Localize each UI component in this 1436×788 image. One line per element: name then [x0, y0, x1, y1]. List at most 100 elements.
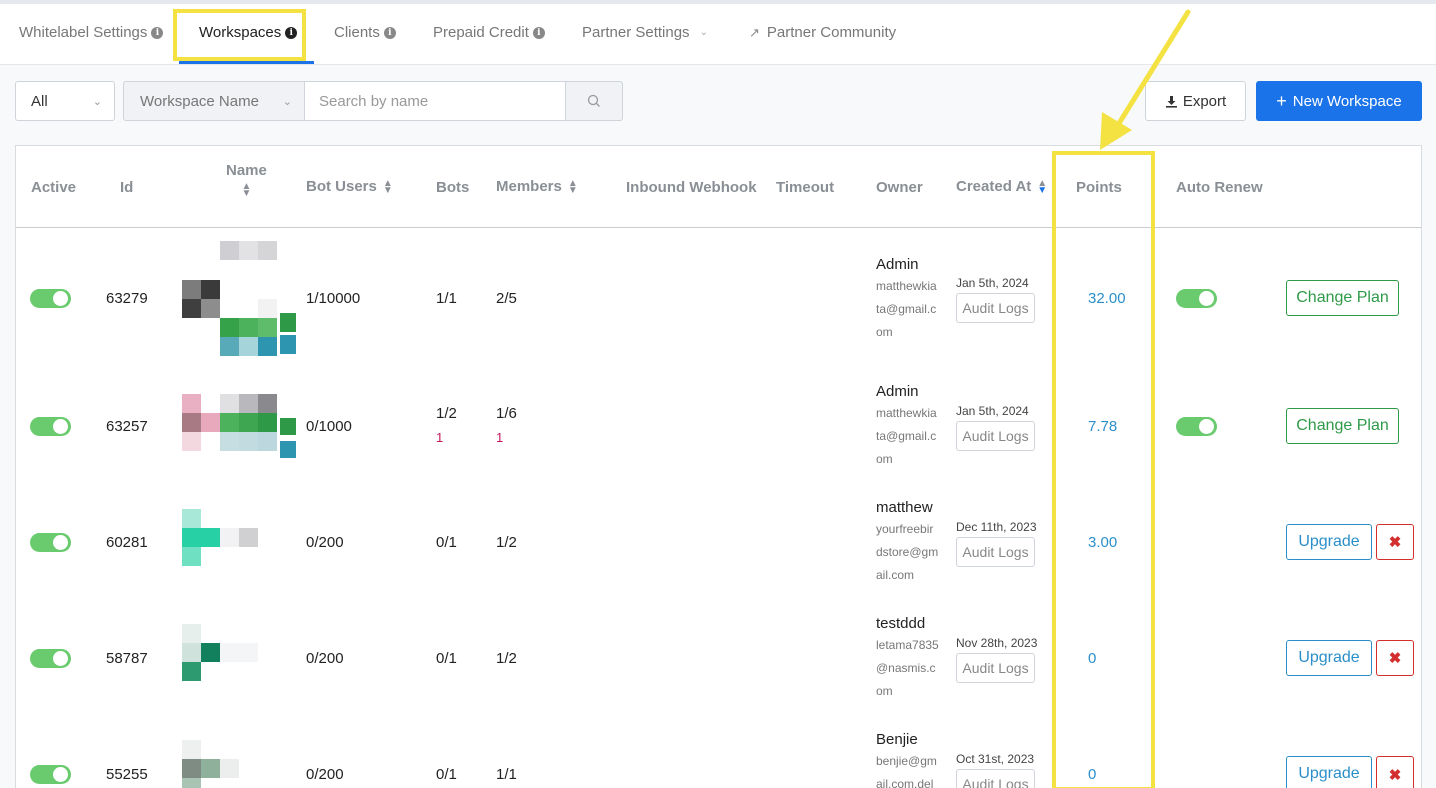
- audit-logs-button[interactable]: Audit Logs: [956, 421, 1035, 451]
- row-id: 63257: [106, 418, 148, 435]
- owner-email: benjie@gmail.com.del: [876, 754, 937, 788]
- sort-icon[interactable]: ▲ ▼: [568, 178, 578, 195]
- bots: 0/1: [436, 650, 457, 667]
- audit-logs-button[interactable]: Audit Logs: [956, 537, 1035, 567]
- avatar-pixel: [182, 759, 201, 778]
- audit-logs-button[interactable]: Audit Logs: [956, 653, 1035, 683]
- col-bot-users[interactable]: Bot Users ▲ ▼: [306, 178, 393, 195]
- avatar-pixel: [201, 759, 220, 778]
- auto-renew-toggle[interactable]: [1176, 289, 1217, 308]
- avatar-pixel: [201, 299, 220, 318]
- avatar-pixel: [239, 241, 258, 260]
- delete-button[interactable]: ✖: [1376, 524, 1414, 560]
- highlight-box-points: [1052, 151, 1155, 788]
- col-name[interactable]: Name ▲ ▼: [226, 162, 267, 199]
- avatar-pixel: [239, 432, 258, 451]
- avatar-pixel: [239, 337, 258, 356]
- search-button[interactable]: [565, 81, 623, 121]
- tab-prepaid-credit[interactable]: Prepaid Credit i: [433, 24, 545, 41]
- avatar-pixel: [182, 432, 201, 451]
- change-plan-button[interactable]: Change Plan: [1286, 408, 1399, 444]
- col-label: Active: [31, 179, 77, 196]
- audit-logs-button[interactable]: Audit Logs: [956, 769, 1035, 788]
- avatar-pixel: [220, 241, 239, 260]
- chevron-down-icon: ⌄: [92, 95, 102, 108]
- active-toggle[interactable]: [30, 289, 71, 308]
- members: 1/6: [496, 405, 517, 422]
- highlight-box-tab: [173, 9, 306, 61]
- avatar-pixel: [239, 528, 258, 547]
- tab-label: Whitelabel Settings: [19, 24, 148, 41]
- active-toggle[interactable]: [30, 765, 71, 784]
- upgrade-button[interactable]: Upgrade: [1286, 756, 1372, 788]
- tab-partner-settings[interactable]: Partner Settings ⌄: [582, 24, 708, 41]
- delete-button[interactable]: ✖: [1376, 756, 1414, 788]
- members: 1/2: [496, 534, 517, 551]
- avatar-pixel: [239, 318, 258, 337]
- avatar-pixel: [220, 643, 239, 662]
- col-auto-renew: Auto Renew: [1176, 179, 1263, 196]
- search-field-select[interactable]: Workspace Name ⌄: [123, 81, 305, 121]
- search-input[interactable]: [304, 81, 566, 121]
- export-label: Export: [1182, 92, 1227, 110]
- avatar-pixel: [258, 432, 277, 451]
- col-label: Members: [496, 178, 562, 195]
- avatar-pixel: [220, 432, 239, 451]
- avatar-pixel: [201, 413, 220, 432]
- avatar-pixel: [182, 662, 201, 681]
- col-label: Name: [226, 162, 267, 179]
- avatar-pixel: [182, 624, 201, 643]
- col-members[interactable]: Members ▲ ▼: [496, 178, 578, 195]
- upgrade-button[interactable]: Upgrade: [1286, 524, 1372, 560]
- audit-logs-button[interactable]: Audit Logs: [956, 293, 1035, 323]
- active-toggle[interactable]: [30, 533, 71, 552]
- owner-name: Admin: [876, 256, 919, 273]
- row-id: 55255: [106, 766, 148, 783]
- active-toggle[interactable]: [30, 417, 71, 436]
- bot-users: 0/200: [306, 534, 344, 551]
- created-date: Nov 28th, 2023: [956, 636, 1038, 650]
- row-id: 60281: [106, 534, 148, 551]
- bot-users: 0/200: [306, 650, 344, 667]
- auto-renew-toggle[interactable]: [1176, 417, 1217, 436]
- tab-partner-community[interactable]: ↗ Partner Community: [749, 24, 896, 41]
- change-plan-button[interactable]: Change Plan: [1286, 280, 1399, 316]
- col-label: Inbound Webhook: [626, 179, 757, 196]
- active-toggle[interactable]: [30, 649, 71, 668]
- created-date: Oct 31st, 2023: [956, 752, 1035, 766]
- new-workspace-label: New Workspace: [1292, 92, 1402, 110]
- search-field-value: Workspace Name: [140, 92, 259, 110]
- col-created-at[interactable]: Created At ▲ ▼: [956, 178, 1047, 195]
- sort-icon[interactable]: ▲ ▼: [1037, 178, 1047, 195]
- avatar-pixel: [182, 740, 201, 759]
- avatar-pixel: [220, 759, 239, 778]
- new-workspace-button[interactable]: + New Workspace: [1256, 81, 1422, 121]
- owner-email: matthewkiata@gmail.com: [876, 406, 937, 466]
- col-label: Auto Renew: [1176, 179, 1263, 196]
- bots: 0/1: [436, 534, 457, 551]
- avatar-pixel: [220, 337, 239, 356]
- bot-users: 1/10000: [306, 290, 361, 307]
- download-icon: [1165, 95, 1177, 108]
- sort-icon[interactable]: ▲ ▼: [241, 182, 251, 199]
- plan-tag: [280, 335, 296, 354]
- status-filter-select[interactable]: All ⌄: [15, 81, 115, 121]
- upgrade-button[interactable]: Upgrade: [1286, 640, 1372, 676]
- info-icon: i: [383, 26, 396, 39]
- members: 1/2: [496, 650, 517, 667]
- col-label: Bot Users: [306, 178, 377, 195]
- avatar-pixel: [182, 299, 201, 318]
- plan-tag: [280, 441, 296, 458]
- tab-whitelabel-settings[interactable]: Whitelabel Settings i: [19, 24, 164, 41]
- info-icon: i: [532, 26, 545, 39]
- owner-email: yourfreebirdstore@gmail.com: [876, 522, 939, 582]
- sort-icon[interactable]: ▲ ▼: [383, 178, 393, 195]
- avatar-pixel: [239, 643, 258, 662]
- delete-button[interactable]: ✖: [1376, 640, 1414, 676]
- tab-clients[interactable]: Clients i: [334, 24, 396, 41]
- bots-pending: 1: [436, 430, 444, 445]
- export-button[interactable]: Export: [1145, 81, 1246, 121]
- chevron-down-icon: ⌄: [699, 27, 708, 38]
- status-filter-value: All: [31, 92, 48, 110]
- col-inbound-webhook: Inbound Webhook: [626, 179, 757, 196]
